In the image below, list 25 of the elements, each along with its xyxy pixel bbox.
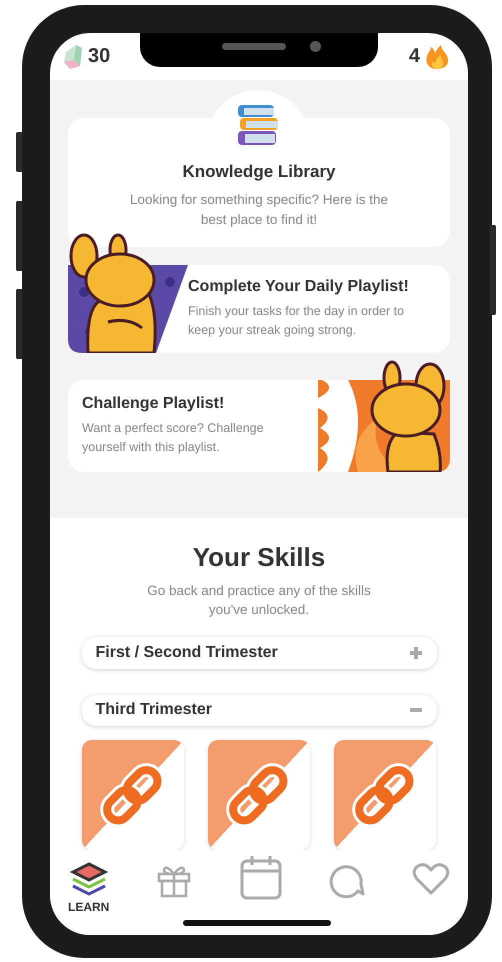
layers-icon	[70, 862, 108, 898]
playlist-description: Want a perfect score? Challenge yourself with this playlist.	[82, 420, 265, 456]
skills-subtitle: Go back and practice any of the skills you've unlocked.	[146, 582, 372, 619]
trimester-accordion[interactable]: Third Trimester	[82, 694, 436, 726]
skill-tile[interactable]	[82, 740, 184, 850]
gem-count: 30	[88, 45, 110, 68]
library-description: Looking for something specific? Here is the best place to find it!	[128, 191, 390, 229]
books-icon	[236, 104, 280, 146]
playlist-title: Challenge Playlist!	[82, 395, 226, 413]
streak-count: 4	[408, 45, 420, 68]
tab-bar-item[interactable]	[238, 854, 283, 900]
library-title: Knowledge Library	[182, 162, 336, 182]
skill-tile[interactable]	[208, 740, 310, 850]
heart-icon	[412, 862, 450, 896]
gem-icon	[62, 44, 84, 70]
playlist-description: Finish your tasks for the day in order to keep your streak going strong.	[188, 303, 406, 339]
calendar-icon	[238, 854, 283, 900]
tab-bar-item[interactable]: LEARN	[68, 862, 110, 914]
skill-tile[interactable]	[334, 740, 436, 850]
skills-heading: Your Skills	[192, 542, 326, 573]
tab-bar-item[interactable]	[412, 862, 450, 896]
playlist-title: Complete Your Daily Playlist!	[188, 278, 410, 296]
flame-icon	[424, 44, 450, 70]
trimester-accordion[interactable]: First / Second Trimester	[82, 637, 436, 668]
playlist-card[interactable]: Challenge Playlist! Want a perfect score? Challenge yourself with this playlist.	[68, 358, 450, 472]
